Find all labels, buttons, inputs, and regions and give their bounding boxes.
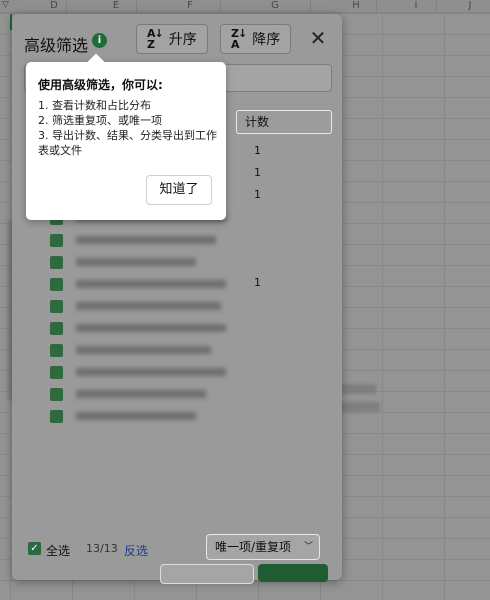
item-checkbox[interactable] [50,300,63,313]
item-checkbox[interactable] [50,234,63,247]
blurred-item-text [76,368,226,376]
popover-feature-item: 2. 筛选重复项、或唯一项 [38,114,162,127]
item-checkbox[interactable] [50,366,63,379]
item-checkbox[interactable] [50,278,63,291]
mode-select-value: 唯一项/重复项 [215,540,292,554]
sort-descending-icon: Z↓ A [231,27,247,51]
item-count: 1 [254,166,261,179]
list-item[interactable] [36,340,336,360]
item-checkbox[interactable] [50,344,63,357]
blurred-item-text [76,236,216,244]
blurred-item-text [76,390,206,398]
popover-heading: 使用高级筛选，你可以: [38,78,163,92]
sort-ascending-label: 升序 [168,32,197,48]
count-column-header[interactable]: 计数 [236,110,332,134]
sort-descending-label: 降序 [252,32,281,48]
item-checkbox[interactable] [50,256,63,269]
item-count: 1 [254,144,261,157]
sort-ascending-icon: A↓ Z [147,27,164,51]
list-item[interactable] [36,252,336,272]
blurred-item-text [76,258,196,266]
close-icon[interactable]: ✕ [308,28,328,48]
list-item[interactable] [36,318,336,338]
list-item[interactable] [36,362,336,382]
select-all-checkbox[interactable]: ✓ [28,542,41,555]
list-item[interactable] [36,230,336,250]
blurred-item-text [76,302,221,310]
blurred-item-text [76,280,226,288]
blurred-item-text [76,324,226,332]
feature-tip-popover: 使用高级筛选，你可以: 1. 查看计数和占比分布 2. 筛选重复项、或唯一项 3… [26,53,226,220]
chevron-down-icon: ﹀ [303,542,313,552]
invert-selection-link[interactable]: 反选 [124,542,148,559]
popover-feature-list: 1. 查看计数和占比分布 2. 筛选重复项、或唯一项 3. 导出计数、结果、分类… [38,98,223,158]
select-all-label[interactable]: 全选 [46,542,70,559]
list-item[interactable] [36,296,336,316]
item-checkbox[interactable] [50,388,63,401]
popover-feature-item: 3. 导出计数、结果、分类导出到工作表或文件 [38,129,217,157]
info-icon[interactable]: i [92,33,107,48]
list-item[interactable] [36,406,336,426]
item-count: 1 [254,276,261,289]
item-checkbox[interactable] [50,322,63,335]
list-item[interactable] [36,384,336,404]
item-checkbox[interactable] [50,410,63,423]
panel-primary-button[interactable] [258,564,328,582]
sort-descending-button[interactable]: Z↓ A 降序 [220,24,292,54]
sort-ascending-button[interactable]: A↓ Z 升序 [136,24,208,54]
blurred-item-text [76,346,211,354]
got-it-button[interactable]: 知道了 [146,175,212,205]
panel-title: 高级筛选 [24,36,89,55]
popover-feature-item: 1. 查看计数和占比分布 [38,99,151,112]
item-count: 1 [254,188,261,201]
unique-duplicate-select[interactable]: 唯一项/重复项 ﹀ [206,534,320,560]
panel-secondary-button[interactable] [160,564,254,584]
selected-count: 13/13 [86,542,118,555]
list-item[interactable]: 1 [36,274,336,294]
blurred-item-text [76,412,196,420]
